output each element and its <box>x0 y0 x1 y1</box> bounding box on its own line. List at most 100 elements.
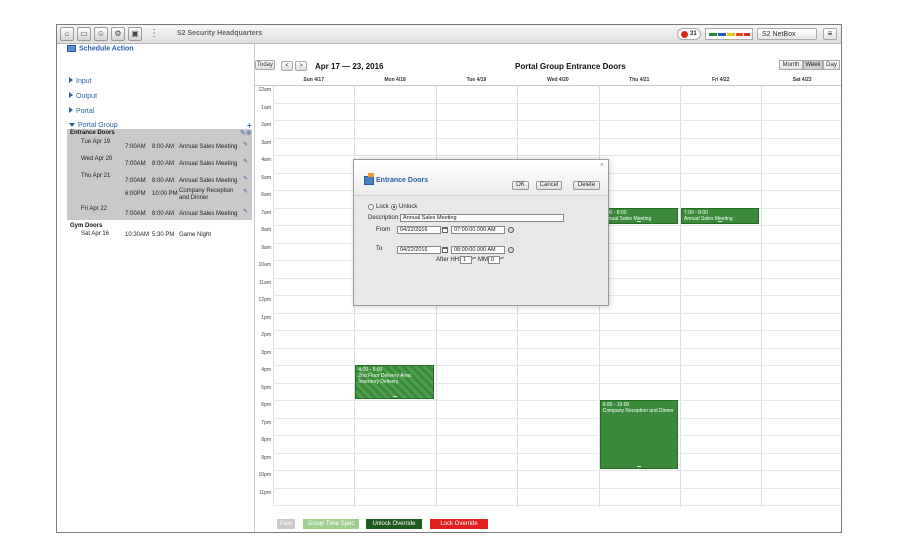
after-hh-input[interactable]: 1 <box>460 256 472 264</box>
unlock-radio[interactable] <box>391 204 397 210</box>
day-divider <box>761 85 763 507</box>
view-week-button[interactable]: Week <box>803 60 823 70</box>
group-tools-icon[interactable]: ✎⊕ <box>240 129 252 137</box>
home-icon[interactable]: ⌂ <box>60 27 74 41</box>
row-event-name: Annual Sales Meeting <box>179 211 238 217</box>
schedule-action-link[interactable]: Schedule Action <box>67 45 134 52</box>
ok-button[interactable]: OK <box>512 181 529 190</box>
hour-label: 10pm <box>258 472 271 478</box>
row-end-time: 5:30 PM <box>152 232 175 238</box>
calendar-event[interactable]: 6:00 - 10:00 Company Reception and Dinner <box>599 400 678 469</box>
calendar-event[interactable]: 7:00 - 8:00 Annual Sales Meeting <box>681 207 760 224</box>
dialog-titlebar[interactable]: × Entrance Doors <box>354 160 608 196</box>
row-start-time: 7:00AM <box>125 144 146 150</box>
app-title: S2 Security Headquarters <box>177 30 263 37</box>
hour-divider <box>273 330 841 331</box>
calendar-event[interactable]: 7:00 - 8:00 Annual Sales Meeting <box>599 207 678 224</box>
person-icon[interactable]: ☺ <box>94 27 108 41</box>
delete-button[interactable]: Delete <box>573 181 600 190</box>
hour-label: 7pm <box>261 419 271 426</box>
row-start-time: 7:00AM <box>125 211 146 217</box>
legend-label: Group Time Spec <box>307 521 355 527</box>
resize-handle[interactable] <box>718 221 723 222</box>
calendar-icon <box>67 45 76 52</box>
hour-label: 9pm <box>261 454 271 461</box>
after-mm-input[interactable]: 0 <box>488 256 500 264</box>
day-divider <box>680 85 681 507</box>
day-header[interactable]: Mon 4/18 <box>354 76 435 85</box>
schedule-action-label: Schedule Action <box>79 45 134 53</box>
from-time-input[interactable]: 07:00:00.000 AM <box>451 226 505 234</box>
view-day-button[interactable]: Day <box>823 60 840 70</box>
hamburger-menu-icon[interactable]: ≡ <box>823 28 837 40</box>
calendar-icon[interactable] <box>442 247 448 253</box>
row-event-name: Annual Sales Meeting <box>179 178 238 184</box>
from-label: From <box>376 227 390 233</box>
nav-output[interactable]: Output <box>69 92 97 100</box>
camera-icon[interactable]: ▣ <box>128 27 142 41</box>
nav-portal[interactable]: Portal <box>69 107 94 115</box>
edit-icon[interactable]: ✎ <box>243 175 248 182</box>
calendar-icon[interactable] <box>442 227 448 233</box>
edit-icon[interactable]: ✎ <box>243 158 248 165</box>
calendar-title: Portal Group Entrance Doors <box>515 62 626 71</box>
edit-icon[interactable]: ✎ <box>243 208 248 215</box>
row-end-time: 8:00 AM <box>152 144 175 150</box>
day-header[interactable]: Sat 4/23 <box>761 76 841 85</box>
nav-portal-group[interactable]: Portal Group <box>69 122 118 129</box>
row-start-time: 10:30AM <box>125 232 150 238</box>
hour-divider <box>273 102 841 104</box>
hour-divider <box>273 452 841 454</box>
hour-divider <box>273 120 841 121</box>
edit-icon[interactable]: ✎ <box>243 141 248 148</box>
description-input[interactable]: Annual Sales Meeting <box>400 214 564 222</box>
clock-icon[interactable] <box>508 247 514 253</box>
hour-label: 4am <box>261 157 271 163</box>
stepper-icon[interactable]: ▴▾ <box>472 256 476 264</box>
close-icon[interactable]: × <box>600 162 604 169</box>
clock-icon[interactable] <box>508 227 514 233</box>
to-date-input[interactable]: 04/22/2016 <box>397 246 441 254</box>
hour-divider <box>273 400 841 401</box>
alarm-indicator[interactable]: 31 <box>677 28 701 40</box>
hour-divider <box>273 312 841 314</box>
prev-week-button[interactable]: < <box>281 61 293 71</box>
row-date: Thu Apr 21 <box>81 173 111 179</box>
gear-icon[interactable]: ⚙ <box>111 27 125 41</box>
netbox-button[interactable]: S2 NetBox <box>757 28 817 40</box>
status-bar[interactable] <box>705 28 753 40</box>
netbox-label: S2 NetBox <box>762 31 796 38</box>
row-date: Sat Apr 16 <box>81 231 110 237</box>
day-header[interactable]: Thu 4/21 <box>599 76 680 85</box>
hour-divider <box>273 487 841 489</box>
edit-icon[interactable]: ✎ <box>243 188 248 195</box>
row-start-time: 6:00PM <box>125 191 146 197</box>
cancel-button[interactable]: Cancel <box>536 181 562 190</box>
day-header[interactable]: Tue 4/19 <box>436 76 517 85</box>
nav-input[interactable]: Input <box>69 77 92 85</box>
calendar-event[interactable]: 4:00 - 6:00 2nd Floor Delivery Area: Inve… <box>355 365 434 399</box>
from-date-input[interactable]: 04/22/2016 <box>397 226 441 234</box>
day-header[interactable]: Fri 4/22 <box>680 76 761 85</box>
view-month-button[interactable]: Month <box>779 60 803 70</box>
row-event-name: Company Reception and Dinner <box>179 188 234 201</box>
more-menu-icon[interactable]: ⋮ <box>149 27 159 41</box>
resize-handle[interactable] <box>392 396 397 397</box>
hour-divider <box>273 505 841 506</box>
monitor-icon[interactable]: ▭ <box>77 27 91 41</box>
date-range: Apr 17 — 23, 2016 <box>315 62 384 71</box>
day-header[interactable]: Sun 4/17 <box>273 76 354 85</box>
resize-handle[interactable] <box>636 221 641 222</box>
status-segment-5 <box>744 33 750 36</box>
hour-divider <box>273 470 841 471</box>
to-time-input[interactable]: 08:00:00.000 AM <box>451 246 505 254</box>
lock-radio[interactable] <box>368 204 374 210</box>
hour-label: 3pm <box>261 349 271 356</box>
next-week-button[interactable]: > <box>295 61 307 71</box>
row-event-name: Annual Sales Meeting <box>179 144 238 150</box>
resize-handle[interactable] <box>636 466 641 467</box>
day-header[interactable]: Wed 4/20 <box>517 76 598 85</box>
stepper-icon[interactable]: ▴▾ <box>500 256 504 264</box>
legend-lock-override: Lock Override <box>430 519 488 529</box>
today-button[interactable]: Today <box>255 60 275 70</box>
